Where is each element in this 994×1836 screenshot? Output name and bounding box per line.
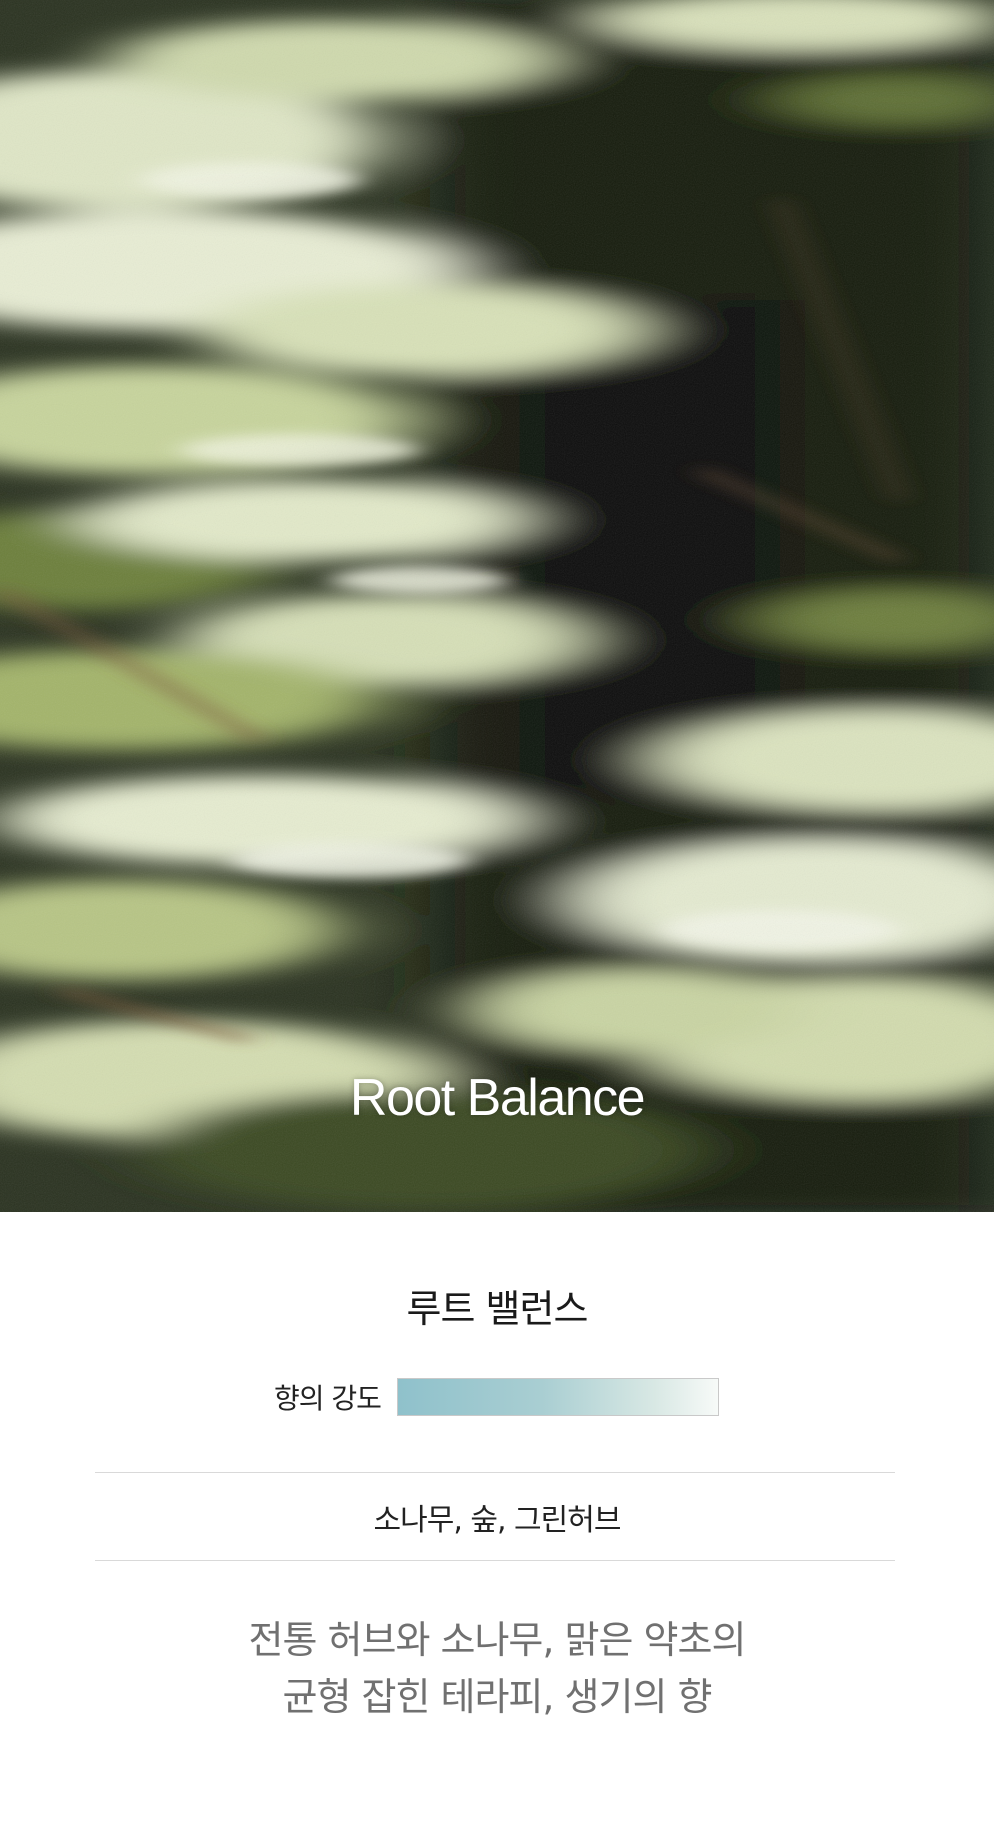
description-line-2: 균형 잡힌 테라피, 생기의 향 [282,1675,713,1719]
intensity-label: 향의 강도 [274,1382,382,1415]
divider-bottom [95,1560,895,1561]
intensity-bar [396,1378,719,1416]
product-description: 전통 허브와 소나무, 맑은 약초의 균형 잡힌 테라피, 생기의 향 [0,1612,994,1726]
forest-photo [0,0,994,1212]
product-name: 루트 밸런스 [406,1287,589,1331]
hero-image: Root Balance [0,0,994,1212]
scent-intensity: 향의 강도 [274,1376,719,1418]
hero-title: Root Balance [349,1069,646,1127]
divider-top [95,1472,895,1473]
description-line-1: 전통 허브와 소나무, 맑은 약초의 [248,1618,747,1662]
scent-notes: 소나무, 숲, 그린허브 [373,1503,622,1538]
